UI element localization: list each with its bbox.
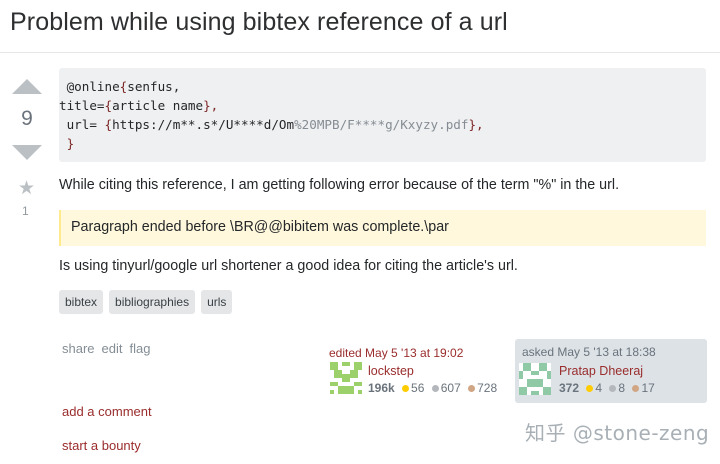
code-line-3: url= {https://m**.s*/U****d/Om%20MPB/F**… bbox=[59, 117, 484, 132]
question-paragraph-1: While citing this reference, I am gettin… bbox=[59, 177, 620, 193]
asker-stats: 372 4 8 17 bbox=[559, 381, 655, 395]
code-line-4: } bbox=[59, 136, 75, 151]
tag-urls[interactable]: urls bbox=[201, 290, 233, 314]
asker-bronze-count: 17 bbox=[641, 381, 655, 395]
favorite-count: 1 bbox=[22, 204, 29, 218]
vote-count: 9 bbox=[21, 107, 33, 130]
edit-link[interactable]: edit bbox=[102, 341, 123, 356]
asker-name-link[interactable]: Pratap Dheeraj bbox=[559, 364, 643, 378]
asker-card: asked May 5 '13 at 18:38 Pratap Dheeraj … bbox=[515, 339, 707, 403]
tag-bibliographies[interactable]: bibliographies bbox=[109, 290, 196, 314]
bronze-badge-icon bbox=[632, 385, 640, 392]
silver-badge-icon bbox=[609, 385, 617, 392]
upvote-icon[interactable] bbox=[12, 79, 42, 94]
downvote-icon[interactable] bbox=[12, 145, 42, 160]
tag-list: bibtex bibliographies urls bbox=[59, 290, 233, 314]
asked-time: asked May 5 '13 at 18:38 bbox=[522, 345, 656, 359]
asker-gold-count: 4 bbox=[595, 381, 603, 395]
favorite-star-icon[interactable]: ★ bbox=[18, 177, 35, 200]
tag-bibtex[interactable]: bibtex bbox=[59, 290, 104, 314]
flag-link[interactable]: flag bbox=[130, 341, 151, 356]
watermark: 知乎 @stone-zeng bbox=[525, 421, 710, 445]
editor-bronze-count: 728 bbox=[477, 381, 498, 395]
edited-time-link[interactable]: edited May 5 '13 at 19:02 bbox=[329, 346, 509, 360]
editor-reputation: 196k bbox=[368, 381, 395, 395]
editor-card: edited May 5 '13 at 19:02 lockstep 196k … bbox=[329, 346, 509, 395]
editor-silver-count: 607 bbox=[440, 381, 461, 395]
question-paragraph-2: Is using tinyurl/google url shortener a … bbox=[59, 258, 518, 274]
asker-avatar[interactable] bbox=[519, 363, 551, 395]
editor-stats: 196k 56 607 728 bbox=[368, 381, 497, 395]
share-link[interactable]: share bbox=[62, 341, 95, 356]
add-comment-link[interactable]: add a comment bbox=[62, 404, 152, 419]
error-blockquote: Paragraph ended before \BR@@bibitem was … bbox=[59, 210, 706, 246]
editor-name-link[interactable]: lockstep bbox=[368, 364, 414, 378]
editor-gold-count: 56 bbox=[411, 381, 425, 395]
code-line-2: title={article name}, bbox=[59, 98, 219, 113]
editor-avatar[interactable] bbox=[330, 362, 362, 394]
title-divider bbox=[0, 52, 720, 53]
gold-badge-icon bbox=[586, 385, 594, 392]
post-menu: share edit flag bbox=[62, 341, 150, 356]
bronze-badge-icon bbox=[468, 385, 476, 392]
question-title[interactable]: Problem while using bibtex reference of … bbox=[10, 8, 508, 37]
silver-badge-icon bbox=[431, 385, 439, 392]
code-block: @online{senfus, title={article name}, ur… bbox=[59, 68, 706, 162]
code-line-1: @online{senfus, bbox=[59, 79, 181, 94]
start-bounty-link[interactable]: start a bounty bbox=[62, 438, 141, 453]
asker-silver-count: 8 bbox=[618, 381, 626, 395]
asker-reputation: 372 bbox=[559, 381, 580, 395]
gold-badge-icon bbox=[402, 385, 410, 392]
